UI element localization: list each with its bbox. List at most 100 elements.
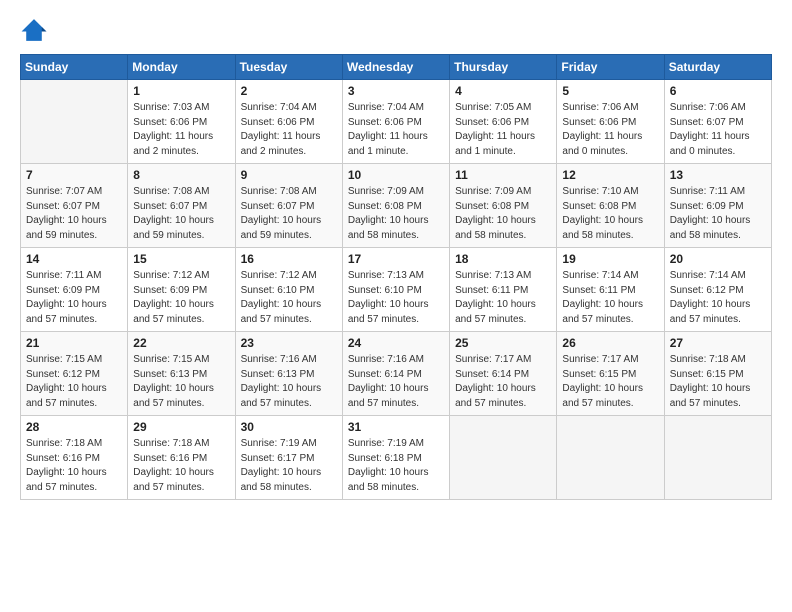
page: Sunday Monday Tuesday Wednesday Thursday… — [0, 0, 792, 612]
calendar-cell: 12 Sunrise: 7:10 AMSunset: 6:08 PMDayligh… — [557, 164, 664, 248]
calendar-cell: 4 Sunrise: 7:05 AMSunset: 6:06 PMDaylight… — [450, 80, 557, 164]
calendar-cell: 20Sunrise: 7:14 AMSunset: 6:12 PMDayligh… — [664, 248, 771, 332]
day-info: Sunrise: 7:08 AMSunset: 6:07 PMDaylight:… — [133, 185, 229, 243]
calendar-cell: 17 Sunrise: 7:13 AMSunset: 6:10 PMDayligh… — [342, 248, 449, 332]
day-info: Sunrise: 7:15 AMSunset: 6:13 PMDaylight:… — [133, 353, 229, 411]
col-wednesday: Wednesday — [342, 55, 449, 80]
calendar-cell — [450, 416, 557, 500]
calendar-week-1: 1Sunrise: 7:03 AMSunset: 6:06 PMDaylight… — [21, 80, 772, 164]
calendar-cell: 11 Sunrise: 7:09 AMSunset: 6:08 PMDayligh… — [450, 164, 557, 248]
day-info: Sunrise: 7:11 AMSunset: 6:09 PMDaylight:… — [26, 269, 122, 327]
day-number: 10 — [348, 168, 444, 182]
calendar-week-5: 28 Sunrise: 7:18 AMSunset: 6:16 PMDayligh… — [21, 416, 772, 500]
day-number: 17 — [348, 252, 444, 266]
calendar-cell: 8 Sunrise: 7:08 AMSunset: 6:07 PMDaylight… — [128, 164, 235, 248]
calendar-cell: 27 Sunrise: 7:18 AMSunset: 6:15 PMDayligh… — [664, 332, 771, 416]
calendar-cell: 21 Sunrise: 7:15 AMSunset: 6:12 PMDayligh… — [21, 332, 128, 416]
day-info: Sunrise: 7:16 AMSunset: 6:13 PMDaylight:… — [241, 353, 337, 411]
calendar-cell: 26 Sunrise: 7:17 AMSunset: 6:15 PMDayligh… — [557, 332, 664, 416]
day-number: 28 — [26, 420, 122, 434]
calendar-cell: 6 Sunrise: 7:06 AMSunset: 6:07 PMDaylight… — [664, 80, 771, 164]
day-info: Sunrise: 7:06 AMSunset: 6:06 PMDaylight:… — [562, 101, 658, 159]
col-friday: Friday — [557, 55, 664, 80]
col-sunday: Sunday — [21, 55, 128, 80]
day-number: 29 — [133, 420, 229, 434]
calendar-cell: 2Sunrise: 7:04 AMSunset: 6:06 PMDaylight… — [235, 80, 342, 164]
day-info: Sunrise: 7:18 AMSunset: 6:16 PMDaylight:… — [26, 437, 122, 495]
calendar-cell: 19Sunrise: 7:14 AMSunset: 6:11 PMDayligh… — [557, 248, 664, 332]
day-info: Sunrise: 7:11 AMSunset: 6:09 PMDaylight:… — [670, 185, 766, 243]
day-info: Sunrise: 7:19 AMSunset: 6:17 PMDaylight:… — [241, 437, 337, 495]
day-number: 31 — [348, 420, 444, 434]
calendar-cell: 10Sunrise: 7:09 AMSunset: 6:08 PMDayligh… — [342, 164, 449, 248]
day-number: 23 — [241, 336, 337, 350]
day-number: 20 — [670, 252, 766, 266]
calendar-cell: 13 Sunrise: 7:11 AMSunset: 6:09 PMDayligh… — [664, 164, 771, 248]
day-number: 16 — [241, 252, 337, 266]
calendar-cell: 25Sunrise: 7:17 AMSunset: 6:14 PMDayligh… — [450, 332, 557, 416]
calendar-week-4: 21 Sunrise: 7:15 AMSunset: 6:12 PMDayligh… — [21, 332, 772, 416]
day-info: Sunrise: 7:07 AMSunset: 6:07 PMDaylight:… — [26, 185, 122, 243]
day-info: Sunrise: 7:06 AMSunset: 6:07 PMDaylight:… — [670, 101, 766, 159]
day-number: 14 — [26, 252, 122, 266]
day-info: Sunrise: 7:17 AMSunset: 6:14 PMDaylight:… — [455, 353, 551, 411]
calendar-cell: 24 Sunrise: 7:16 AMSunset: 6:14 PMDayligh… — [342, 332, 449, 416]
day-info: Sunrise: 7:18 AMSunset: 6:15 PMDaylight:… — [670, 353, 766, 411]
day-number: 24 — [348, 336, 444, 350]
calendar-week-2: 7 Sunrise: 7:07 AMSunset: 6:07 PMDaylight… — [21, 164, 772, 248]
day-number: 21 — [26, 336, 122, 350]
logo-icon — [20, 16, 48, 44]
day-number: 11 — [455, 168, 551, 182]
day-number: 5 — [562, 84, 658, 98]
day-info: Sunrise: 7:12 AMSunset: 6:09 PMDaylight:… — [133, 269, 229, 327]
calendar-cell: 30 Sunrise: 7:19 AMSunset: 6:17 PMDayligh… — [235, 416, 342, 500]
calendar-cell: 14 Sunrise: 7:11 AMSunset: 6:09 PMDayligh… — [21, 248, 128, 332]
day-info: Sunrise: 7:09 AMSunset: 6:08 PMDaylight:… — [455, 185, 551, 243]
calendar-cell: 18 Sunrise: 7:13 AMSunset: 6:11 PMDayligh… — [450, 248, 557, 332]
calendar-cell — [21, 80, 128, 164]
calendar-cell: 29 Sunrise: 7:18 AMSunset: 6:16 PMDayligh… — [128, 416, 235, 500]
calendar-cell: 16Sunrise: 7:12 AMSunset: 6:10 PMDayligh… — [235, 248, 342, 332]
day-number: 27 — [670, 336, 766, 350]
calendar-week-3: 14 Sunrise: 7:11 AMSunset: 6:09 PMDayligh… — [21, 248, 772, 332]
day-info: Sunrise: 7:16 AMSunset: 6:14 PMDaylight:… — [348, 353, 444, 411]
calendar-cell: 23 Sunrise: 7:16 AMSunset: 6:13 PMDayligh… — [235, 332, 342, 416]
calendar-cell: 28 Sunrise: 7:18 AMSunset: 6:16 PMDayligh… — [21, 416, 128, 500]
day-info: Sunrise: 7:13 AMSunset: 6:10 PMDaylight:… — [348, 269, 444, 327]
day-number: 2 — [241, 84, 337, 98]
calendar-cell: 3Sunrise: 7:04 AMSunset: 6:06 PMDaylight… — [342, 80, 449, 164]
calendar: Sunday Monday Tuesday Wednesday Thursday… — [20, 54, 772, 500]
calendar-cell — [664, 416, 771, 500]
calendar-cell: 22 Sunrise: 7:15 AMSunset: 6:13 PMDayligh… — [128, 332, 235, 416]
day-number: 4 — [455, 84, 551, 98]
day-info: Sunrise: 7:18 AMSunset: 6:16 PMDaylight:… — [133, 437, 229, 495]
col-monday: Monday — [128, 55, 235, 80]
day-number: 6 — [670, 84, 766, 98]
day-number: 8 — [133, 168, 229, 182]
calendar-cell: 1Sunrise: 7:03 AMSunset: 6:06 PMDaylight… — [128, 80, 235, 164]
calendar-cell: 9Sunrise: 7:08 AMSunset: 6:07 PMDaylight… — [235, 164, 342, 248]
day-info: Sunrise: 7:15 AMSunset: 6:12 PMDaylight:… — [26, 353, 122, 411]
day-number: 13 — [670, 168, 766, 182]
calendar-cell — [557, 416, 664, 500]
day-number: 15 — [133, 252, 229, 266]
day-number: 26 — [562, 336, 658, 350]
col-saturday: Saturday — [664, 55, 771, 80]
calendar-cell: 7 Sunrise: 7:07 AMSunset: 6:07 PMDaylight… — [21, 164, 128, 248]
day-info: Sunrise: 7:17 AMSunset: 6:15 PMDaylight:… — [562, 353, 658, 411]
day-info: Sunrise: 7:04 AMSunset: 6:06 PMDaylight:… — [348, 101, 444, 159]
day-number: 12 — [562, 168, 658, 182]
day-number: 19 — [562, 252, 658, 266]
day-number: 30 — [241, 420, 337, 434]
calendar-header-row: Sunday Monday Tuesday Wednesday Thursday… — [21, 55, 772, 80]
col-tuesday: Tuesday — [235, 55, 342, 80]
day-number: 7 — [26, 168, 122, 182]
day-info: Sunrise: 7:10 AMSunset: 6:08 PMDaylight:… — [562, 185, 658, 243]
day-number: 18 — [455, 252, 551, 266]
day-info: Sunrise: 7:05 AMSunset: 6:06 PMDaylight:… — [455, 101, 551, 159]
col-thursday: Thursday — [450, 55, 557, 80]
calendar-cell: 15 Sunrise: 7:12 AMSunset: 6:09 PMDayligh… — [128, 248, 235, 332]
day-number: 22 — [133, 336, 229, 350]
day-info: Sunrise: 7:03 AMSunset: 6:06 PMDaylight:… — [133, 101, 229, 159]
day-info: Sunrise: 7:13 AMSunset: 6:11 PMDaylight:… — [455, 269, 551, 327]
